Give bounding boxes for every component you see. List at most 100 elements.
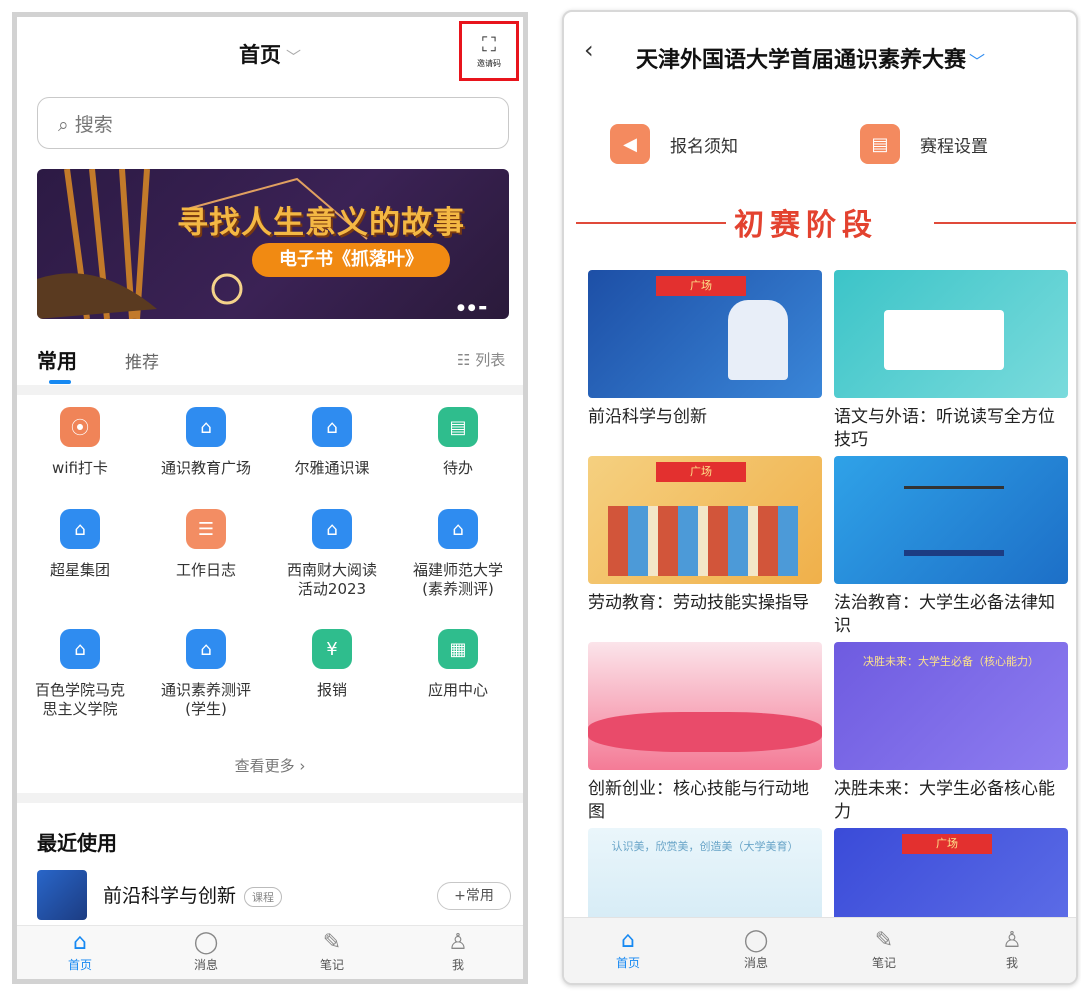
nav-me[interactable]: ♙ 我 xyxy=(948,928,1076,971)
right-phone-screen: ‹ 天津外国语大学首届通识素养大赛 ﹀ ◀ 报名须知 ▤ 赛程设置 初赛阶段 广场… xyxy=(562,10,1078,985)
nav-me[interactable]: ♙ 我 xyxy=(395,930,521,973)
app-chaoxing-group[interactable]: ⌂ 超星集团 xyxy=(17,509,143,580)
app-label: 通识教育广场 xyxy=(160,459,251,477)
invite-code-button[interactable]: ⛶ 邀请码 xyxy=(459,21,519,81)
app-literacy-assessment[interactable]: ⌂ 通识素养测评 (学生) xyxy=(143,629,269,719)
app-label: 通识素养测评 (学生) xyxy=(160,681,251,718)
divider xyxy=(17,793,523,803)
search-placeholder: 搜索 xyxy=(74,114,113,136)
course-cover-image: 广场 xyxy=(588,270,822,398)
recent-item[interactable]: 前沿科学与创新 课程 xyxy=(103,881,283,908)
nav-notes[interactable]: ✎ 笔记 xyxy=(269,930,395,973)
see-more-link[interactable]: 查看更多 › xyxy=(17,755,523,776)
course-thumbnail[interactable] xyxy=(37,870,87,920)
app-reimbursement[interactable]: ¥ 报销 xyxy=(269,629,395,700)
course-cover-image xyxy=(834,270,1068,398)
app-label: 百色学院马克 思主义学院 xyxy=(34,681,125,718)
course-cover-image xyxy=(834,456,1068,584)
app-todo[interactable]: ▤ 待办 xyxy=(395,407,521,478)
nav-label: 消息 xyxy=(193,958,218,972)
square-ribbon: 广场 xyxy=(656,462,746,482)
book-figure xyxy=(884,310,1004,370)
app-label: 福建师范大学 (素养测评) xyxy=(412,561,503,598)
app-label: 超星集团 xyxy=(49,561,110,579)
todo-icon: ▤ xyxy=(438,407,478,447)
apps-grid-icon: ▦ xyxy=(438,629,478,669)
back-arrow-icon[interactable]: ‹ xyxy=(584,36,594,64)
scale-figure xyxy=(904,486,1004,556)
banner-pager: ● ● ▬ xyxy=(457,303,487,313)
nav-label: 我 xyxy=(1005,956,1018,970)
app-wifi-checkin[interactable]: ⦿ wifi打卡 xyxy=(17,407,143,478)
course-cover-image xyxy=(588,642,822,770)
list-view-toggle[interactable]: ☷ 列表 xyxy=(457,349,505,370)
app-erya-course[interactable]: ⌂ 尔雅通识课 xyxy=(269,407,395,478)
course-card[interactable]: 语文与外语：听说读写全方位技巧 xyxy=(834,270,1068,452)
chevron-down-icon: ﹀ xyxy=(285,48,301,66)
nav-messages[interactable]: ◯ 消息 xyxy=(692,928,820,971)
course-card[interactable]: 创新创业：核心技能与行动地图 xyxy=(588,642,822,824)
page-title[interactable]: 首页 ﹀ xyxy=(17,39,523,69)
home-icon: ⌂ xyxy=(312,509,352,549)
nav-home[interactable]: ⌂ 首页 xyxy=(564,928,692,971)
promo-banner[interactable]: 寻找人生意义的故事 电子书《抓落叶》 ● ● ▬ xyxy=(37,169,509,319)
app-swufe-reading[interactable]: ⌂ 西南财大阅读 活动2023 xyxy=(269,509,395,599)
chevron-right-icon: › xyxy=(299,757,306,775)
registration-notice-button[interactable]: ◀ 报名须知 xyxy=(610,124,738,164)
app-label: wifi打卡 xyxy=(52,459,108,477)
app-general-education-square[interactable]: ⌂ 通识教育广场 xyxy=(143,407,269,478)
course-cover-image: 广场 xyxy=(588,456,822,584)
page-title-text: 天津外国语大学首届通识素养大赛 xyxy=(636,48,967,73)
stage-title: 初赛阶段 xyxy=(734,208,878,243)
home-icon: ⌂ xyxy=(438,509,478,549)
app-center[interactable]: ▦ 应用中心 xyxy=(395,629,521,700)
course-cover-image: 决胜未来：大学生必备（核心能力） xyxy=(834,642,1068,770)
home-icon: ⌂ xyxy=(60,629,100,669)
list-view-label: 列表 xyxy=(475,351,506,369)
app-work-log[interactable]: ☰ 工作日志 xyxy=(143,509,269,580)
home-icon: ⌂ xyxy=(73,930,87,955)
course-card[interactable]: 决胜未来：大学生必备（核心能力） 决胜未来：大学生必备核心能力 xyxy=(834,642,1068,824)
home-icon: ⌂ xyxy=(186,629,226,669)
schedule-button[interactable]: ▤ 赛程设置 xyxy=(860,124,988,164)
person-icon: ♙ xyxy=(448,930,468,955)
page-title[interactable]: 天津外国语大学首届通识素养大赛 ﹀ xyxy=(636,42,985,74)
see-more-label: 查看更多 xyxy=(234,757,295,775)
search-icon: ⌕ xyxy=(58,114,69,136)
divider xyxy=(17,385,523,395)
app-label: 报销 xyxy=(316,681,347,699)
app-baise-marxism[interactable]: ⌂ 百色学院马克 思主义学院 xyxy=(17,629,143,719)
tab-recommended[interactable]: 推荐 xyxy=(125,348,159,373)
course-card[interactable]: 广场 劳动教育：劳动技能实操指导 xyxy=(588,456,822,615)
page-title-text: 首页 xyxy=(238,43,281,67)
course-card[interactable]: 广场 前沿科学与创新 xyxy=(588,270,822,429)
note-icon: ✎ xyxy=(874,928,894,953)
recent-section-title: 最近使用 xyxy=(37,831,117,855)
app-fjnu-assessment[interactable]: ⌂ 福建师范大学 (素养测评) xyxy=(395,509,521,599)
add-to-common-button[interactable]: +常用 xyxy=(437,882,511,910)
divider xyxy=(576,222,726,224)
schedule-label: 赛程设置 xyxy=(920,137,988,157)
tab-active-indicator xyxy=(49,380,71,384)
banner-title: 寻找人生意义的故事 xyxy=(177,205,465,241)
course-title: 劳动教育：劳动技能实操指导 xyxy=(588,593,809,613)
home-icon: ⌂ xyxy=(621,928,635,953)
nav-home[interactable]: ⌂ 首页 xyxy=(17,930,143,973)
message-icon: ◯ xyxy=(743,928,769,953)
app-label: 待办 xyxy=(442,459,473,477)
nav-label: 首页 xyxy=(615,956,640,970)
tab-common[interactable]: 常用 xyxy=(37,345,77,374)
nav-notes[interactable]: ✎ 笔记 xyxy=(820,928,948,971)
course-card[interactable]: 法治教育：大学生必备法律知识 xyxy=(834,456,1068,638)
course-title: 语文与外语：听说读写全方位技巧 xyxy=(834,407,1055,450)
schedule-icon: ▤ xyxy=(860,124,900,164)
app-label: 西南财大阅读 活动2023 xyxy=(286,561,377,598)
square-ribbon: 广场 xyxy=(656,276,746,296)
home-icon: ⌂ xyxy=(60,509,100,549)
search-input[interactable]: ⌕ 搜索 xyxy=(37,97,509,149)
wifi-checkin-icon: ⦿ xyxy=(60,407,100,447)
nav-messages[interactable]: ◯ 消息 xyxy=(143,930,269,973)
bottom-nav: ⌂ 首页 ◯ 消息 ✎ 笔记 ♙ 我 xyxy=(17,925,523,979)
nav-label: 首页 xyxy=(67,958,92,972)
app-label: 尔雅通识课 xyxy=(294,459,370,477)
